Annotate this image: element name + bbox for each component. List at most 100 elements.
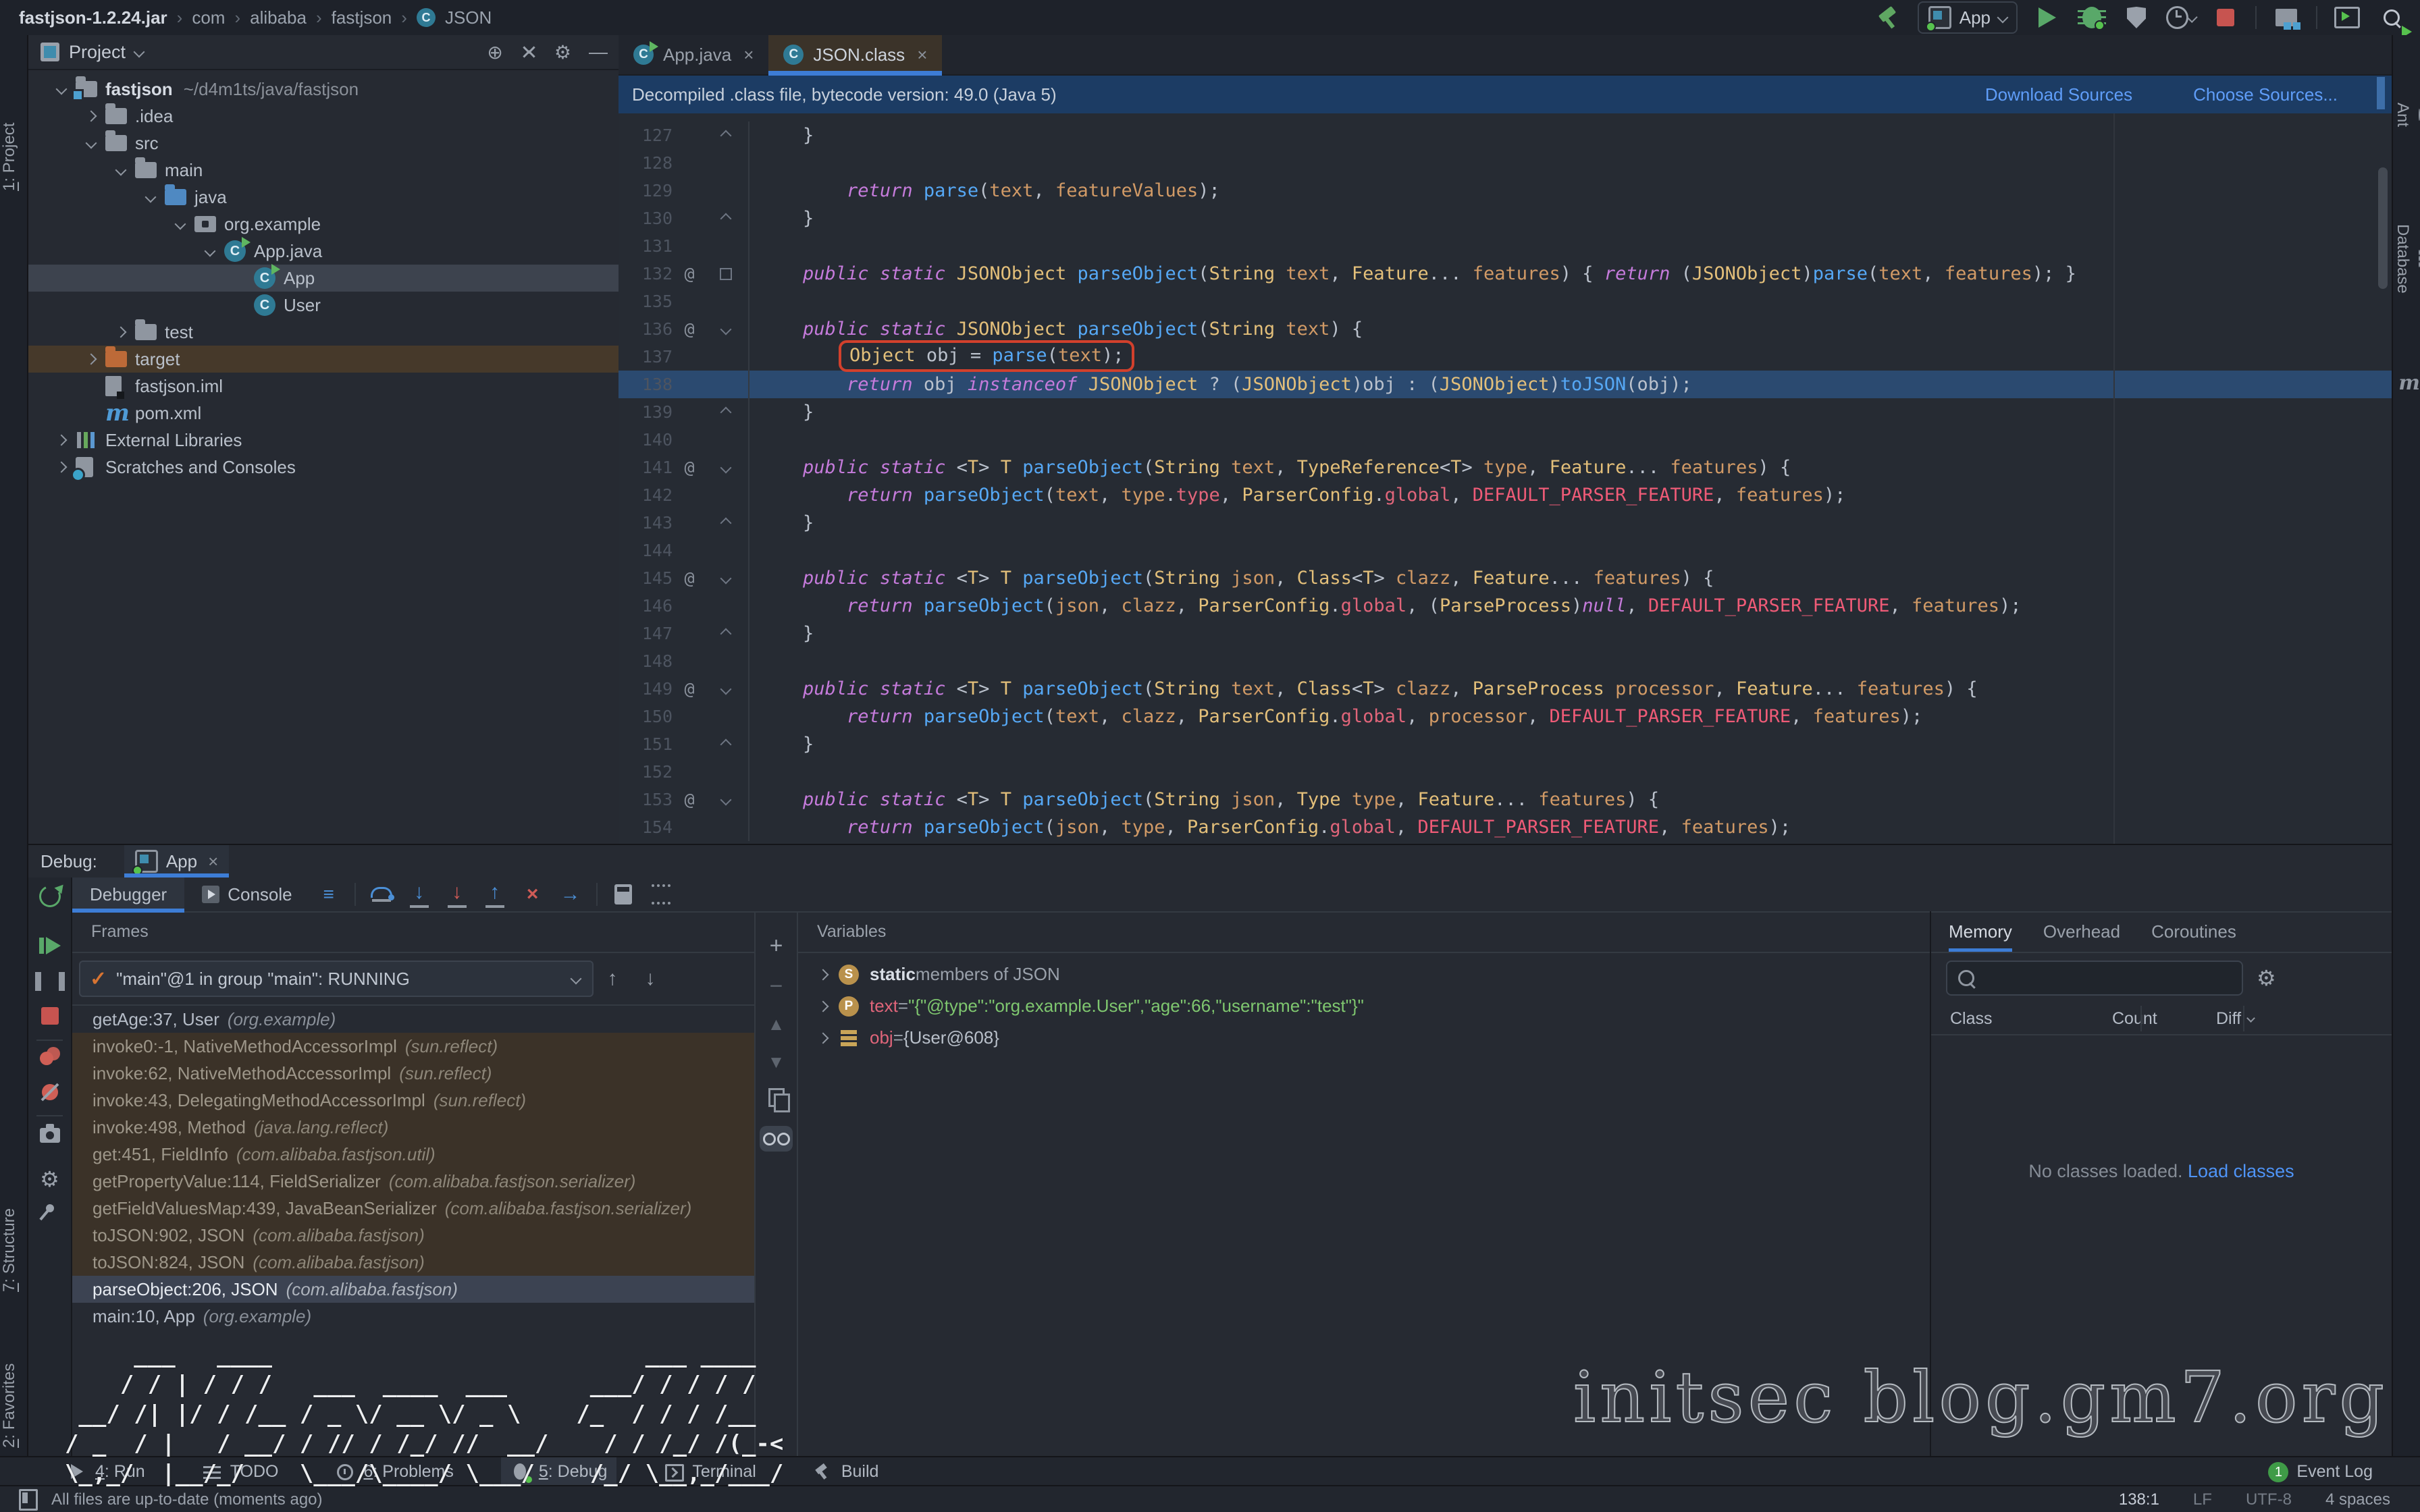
fold-icon[interactable]: [706, 132, 745, 140]
run-anything-button[interactable]: [2332, 3, 2362, 32]
code-line[interactable]: 143 }: [619, 509, 2392, 537]
tree-chevron-icon[interactable]: [107, 166, 135, 174]
collapse-all-button[interactable]: [521, 43, 537, 61]
stop-button[interactable]: [2211, 3, 2240, 32]
toolwindow-stripe-favorites[interactable]: 2: Favorites: [0, 1338, 27, 1473]
toolwindow-stripe-maven[interactable]: mMaven: [2393, 359, 2420, 408]
code-line[interactable]: 140: [619, 426, 2392, 454]
toolwindow-stripe-database[interactable]: Database: [2393, 224, 2420, 294]
chevron-right-icon[interactable]: [808, 1034, 839, 1042]
tree-item[interactable]: External Libraries: [28, 427, 619, 454]
code-line[interactable]: 142 return parseObject(text, type.type, …: [619, 481, 2392, 509]
code-line[interactable]: 147 }: [619, 620, 2392, 647]
move-down-button[interactable]: ▼: [756, 1052, 797, 1073]
code-line[interactable]: 150 return parseObject(text, clazz, Pars…: [619, 703, 2392, 730]
toolwindow-button-build[interactable]: Build: [804, 1457, 889, 1486]
frame-row[interactable]: toJSON:824, JSON(com.alibaba.fastjson): [72, 1249, 754, 1276]
move-up-button[interactable]: ▲: [756, 1014, 797, 1035]
code-line[interactable]: 152: [619, 758, 2392, 786]
tree-item[interactable]: fastjson~/d4m1ts/java/fastjson: [28, 76, 619, 103]
breadcrumb-item[interactable]: com: [192, 7, 225, 28]
profiler-button[interactable]: [2166, 3, 2196, 32]
chevron-down-icon[interactable]: [134, 47, 145, 58]
step-out-button[interactable]: ↑: [476, 878, 514, 911]
project-panel-title[interactable]: Project: [69, 42, 126, 63]
tab-overhead[interactable]: Overhead: [2043, 921, 2120, 952]
locate-file-button[interactable]: ⊕: [487, 41, 502, 63]
notification-link[interactable]: Download Sources: [1985, 84, 2132, 105]
thread-dump-button[interactable]: [28, 1125, 71, 1143]
toolwindow-button-terminal[interactable]: Terminal: [654, 1457, 765, 1486]
run-to-cursor-button[interactable]: →: [552, 878, 589, 911]
frame-row[interactable]: invoke:62, NativeMethodAccessorImpl(sun.…: [72, 1060, 754, 1087]
show-execution-point-button[interactable]: ≡: [310, 878, 348, 911]
debug-button[interactable]: [2077, 3, 2107, 32]
tree-chevron-icon[interactable]: [77, 355, 105, 363]
hide-panel-button[interactable]: —: [589, 41, 608, 63]
caret-position[interactable]: 138:1: [2119, 1490, 2159, 1509]
line-separator[interactable]: LF: [2193, 1490, 2212, 1509]
frame-row[interactable]: parseObject:206, JSON(com.alibaba.fastjs…: [72, 1276, 754, 1303]
tree-chevron-icon[interactable]: [47, 463, 76, 471]
editor-tab[interactable]: CJSON.class×: [768, 35, 942, 74]
toolwindow-stripe-project[interactable]: 1: Project: [0, 103, 27, 211]
tree-item[interactable]: test: [28, 319, 619, 346]
view-breakpoints-button[interactable]: [28, 1052, 71, 1065]
add-watch-button[interactable]: +: [756, 933, 797, 959]
tree-item[interactable]: CApp.java: [28, 238, 619, 265]
debug-settings-button[interactable]: ⚙: [28, 1166, 71, 1192]
breadcrumb-item[interactable]: fastjson-1.2.24.jar: [19, 7, 167, 28]
tree-chevron-icon[interactable]: [47, 436, 76, 444]
tree-item[interactable]: src: [28, 130, 619, 157]
code-line[interactable]: 148: [619, 647, 2392, 675]
column-header-diff[interactable]: Diff: [2216, 1009, 2254, 1029]
fold-icon[interactable]: [706, 574, 745, 583]
mute-breakpoints-button[interactable]: [28, 1084, 71, 1100]
code-line[interactable]: 146 return parseObject(json, clazz, Pars…: [619, 592, 2392, 620]
fold-icon[interactable]: [706, 464, 745, 472]
toolwindow-stripe-ant[interactable]: Ant: [2393, 103, 2420, 127]
show-watches-button[interactable]: [760, 1126, 793, 1152]
tab-coroutines[interactable]: Coroutines: [2151, 921, 2236, 952]
frame-row[interactable]: invoke:498, Method(java.lang.reflect): [72, 1114, 754, 1141]
toolwindow-button-debug[interactable]: 5: Debug: [501, 1457, 616, 1486]
tree-item[interactable]: fastjson.iml: [28, 373, 619, 400]
toolwindow-button-problems[interactable]: 6: Problems: [325, 1457, 463, 1486]
remove-watch-button[interactable]: −: [756, 973, 797, 1000]
code-line[interactable]: 127 }: [619, 122, 2392, 149]
thread-selector[interactable]: ✓ "main"@1 in group "main": RUNNING: [79, 961, 594, 997]
next-frame-button[interactable]: ↓: [631, 967, 669, 990]
load-classes-link[interactable]: Load classes: [2188, 1161, 2294, 1181]
toolwindow-stripe-structure[interactable]: 7: Structure: [0, 1183, 27, 1318]
indent-style[interactable]: 4 spaces: [2325, 1490, 2390, 1509]
code-line[interactable]: 144: [619, 537, 2392, 564]
frame-row[interactable]: invoke0:-1, NativeMethodAccessorImpl(sun…: [72, 1033, 754, 1060]
frame-row[interactable]: getFieldValuesMap:439, JavaBeanSerialize…: [72, 1195, 754, 1222]
run-configuration-select[interactable]: App: [1918, 1, 2018, 34]
frame-row[interactable]: getAge:37, User(org.example): [72, 1006, 754, 1033]
toolwindow-button-run[interactable]: 4: Run: [57, 1457, 155, 1486]
step-into-button[interactable]: ↓: [400, 878, 438, 911]
editor-tab[interactable]: CApp.java×: [619, 35, 768, 74]
chevron-right-icon[interactable]: [808, 971, 839, 979]
tree-item[interactable]: Scratches and Consoles: [28, 454, 619, 481]
build-hammer-button[interactable]: [1873, 3, 1903, 32]
code-line[interactable]: 135: [619, 288, 2392, 315]
tree-item[interactable]: mpom.xml: [28, 400, 619, 427]
editor-scrollbar[interactable]: [2378, 167, 2388, 289]
code-line[interactable]: 141@ public static <T> T parseObject(Str…: [619, 454, 2392, 481]
frame-row[interactable]: getPropertyValue:114, FieldSerializer(co…: [72, 1168, 754, 1195]
memory-settings-button[interactable]: ⚙: [2257, 965, 2276, 991]
frame-row[interactable]: invoke:43, DelegatingMethodAccessorImpl(…: [72, 1087, 754, 1114]
breadcrumb-item[interactable]: alibaba: [250, 7, 307, 28]
code-line[interactable]: 136@ public static JSONObject parseObjec…: [619, 315, 2392, 343]
project-structure-button[interactable]: [2271, 3, 2301, 32]
code-line[interactable]: 154 return parseObject(json, type, Parse…: [619, 813, 2392, 841]
pin-tab-button[interactable]: [28, 1210, 71, 1212]
code-line[interactable]: 131: [619, 232, 2392, 260]
force-step-into-button[interactable]: ↓: [438, 878, 476, 911]
variable-row[interactable]: Sstatic members of JSON: [798, 959, 1930, 990]
coverage-button[interactable]: [2122, 3, 2151, 32]
close-icon[interactable]: ×: [208, 851, 218, 872]
duplicate-watch-button[interactable]: [756, 1088, 797, 1107]
